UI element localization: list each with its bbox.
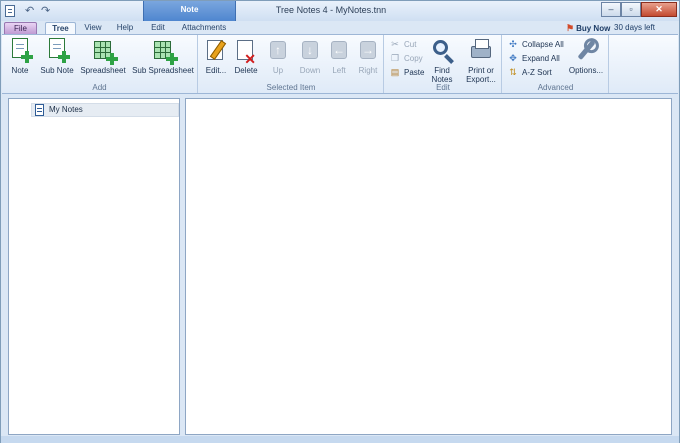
- group-add: Note Sub Note Spreadsheet Sub Spreadshee…: [2, 35, 198, 93]
- tree-item-label: My Notes: [49, 105, 83, 114]
- find-label-1: Find: [434, 66, 450, 75]
- sub-spreadsheet-button-label: Sub Spreadsheet: [132, 66, 194, 75]
- spreadsheet-button-label: Spreadsheet: [80, 66, 126, 75]
- note-icon: [35, 104, 44, 116]
- sub-note-button[interactable]: Sub Note: [36, 36, 78, 82]
- group-add-label: Add: [92, 83, 107, 92]
- move-left-label: Left: [332, 66, 346, 75]
- edit-item-label: Edit...: [205, 66, 227, 75]
- tree-pane[interactable]: My Notes: [8, 98, 180, 435]
- options-icon: [574, 38, 598, 62]
- options-button[interactable]: Options...: [565, 36, 607, 82]
- context-tab-label: Note: [180, 5, 199, 14]
- app-icon[interactable]: [5, 5, 15, 17]
- up-arrow-icon: ↑: [266, 38, 290, 62]
- down-arrow-icon: ↓: [298, 38, 322, 62]
- collapse-label: Collapse All: [522, 40, 564, 49]
- group-advanced-label: Advanced: [537, 83, 574, 92]
- spreadsheet-button[interactable]: Spreadsheet: [78, 36, 128, 82]
- az-sort-button[interactable]: ⇅ A-Z Sort: [508, 66, 552, 79]
- options-label: Options...: [568, 66, 604, 75]
- sort-icon: ⇅: [509, 67, 517, 77]
- title-bar: ↶ ↷ Note Tree Notes 4 - MyNotes.tnn – ▫ …: [1, 1, 679, 21]
- tree-item-my-notes[interactable]: My Notes: [31, 103, 179, 117]
- window-title: Tree Notes 4 - MyNotes.tnn: [275, 5, 387, 15]
- ribbon: Note Sub Note Spreadsheet Sub Spreadshee…: [2, 34, 678, 94]
- edit-pencil-icon: [204, 38, 228, 62]
- trial-days-left: 30 days left: [614, 23, 655, 32]
- group-selected-label: Selected Item: [266, 83, 316, 92]
- delete-label: Delete: [234, 66, 258, 75]
- sub-spreadsheet-button[interactable]: Sub Spreadsheet: [130, 36, 196, 82]
- redo-icon[interactable]: ↷: [41, 4, 50, 18]
- right-arrow-icon: →: [360, 41, 376, 59]
- edit-item-button[interactable]: Edit...: [201, 36, 231, 82]
- collapse-all-button[interactable]: ✣ Collapse All: [508, 38, 564, 51]
- move-up-button[interactable]: ↑ Up: [265, 36, 291, 82]
- buy-now-icon: ⚑: [566, 23, 575, 33]
- cut-icon: ✂: [391, 39, 399, 49]
- print-label-1: Print or: [468, 66, 494, 75]
- close-button[interactable]: ✕: [641, 2, 677, 17]
- note-editor-pane[interactable]: [185, 98, 672, 435]
- expand-all-button[interactable]: ✥ Expand All: [508, 52, 560, 65]
- move-right-label: Right: [358, 66, 378, 75]
- find-icon: [430, 38, 454, 62]
- move-up-label: Up: [272, 66, 284, 75]
- app-window: ↶ ↷ Note Tree Notes 4 - MyNotes.tnn – ▫ …: [0, 0, 680, 443]
- copy-button[interactable]: ❐ Copy: [390, 52, 423, 65]
- print-export-button[interactable]: Print or Export...: [461, 36, 501, 84]
- move-down-label: Down: [299, 66, 321, 75]
- expand-icon: ✥: [509, 53, 517, 63]
- paste-button[interactable]: ▤ Paste: [390, 66, 425, 79]
- left-arrow-icon: ←: [331, 41, 347, 59]
- cut-label: Cut: [404, 40, 417, 49]
- context-tab-header: Note: [143, 1, 236, 21]
- paste-icon: ▤: [390, 67, 400, 77]
- status-bar: [1, 436, 679, 443]
- note-button[interactable]: Note: [2, 36, 38, 82]
- copy-icon: ❐: [390, 53, 400, 63]
- sub-note-button-label: Sub Note: [40, 66, 74, 75]
- group-edit-label: Edit: [436, 83, 450, 92]
- find-notes-button[interactable]: Find Notes: [425, 36, 459, 84]
- group-advanced: ✣ Collapse All ✥ Expand All ⇅ A-Z Sort Opti…: [503, 35, 609, 93]
- maximize-button[interactable]: ▫: [621, 2, 641, 17]
- move-left-button[interactable]: ← Left: [325, 36, 353, 82]
- delete-button[interactable]: Delete: [231, 36, 261, 82]
- undo-icon[interactable]: ↶: [25, 4, 34, 18]
- note-add-icon: [8, 38, 33, 63]
- sort-label: A-Z Sort: [522, 68, 552, 77]
- window-controls: – ▫ ✕: [601, 2, 677, 17]
- print-icon: [469, 38, 493, 62]
- subnote-add-icon: [45, 38, 70, 63]
- move-down-button[interactable]: ↓ Down: [295, 36, 325, 82]
- collapse-icon: ✣: [509, 39, 517, 49]
- sub-spreadsheet-icon: [151, 38, 178, 65]
- spreadsheet-icon: [91, 38, 118, 65]
- minimize-button[interactable]: –: [601, 2, 621, 17]
- group-selected-item: Edit... Delete ↑ Up ↓ Down ← Left → Righ…: [199, 35, 384, 93]
- delete-icon: [234, 38, 258, 64]
- copy-label: Copy: [404, 54, 423, 63]
- move-right-button[interactable]: → Right: [354, 36, 382, 82]
- group-edit: ✂ Cut ❐ Copy ▤ Paste Find Notes Print or Expo…: [385, 35, 502, 93]
- expand-label: Expand All: [522, 54, 560, 63]
- paste-label: Paste: [404, 68, 425, 77]
- buy-now-button[interactable]: ⚑ Buy Now: [566, 23, 610, 34]
- note-button-label: Note: [11, 66, 29, 75]
- buy-now-label: Buy Now: [576, 24, 611, 33]
- cut-button[interactable]: ✂ Cut: [390, 38, 416, 51]
